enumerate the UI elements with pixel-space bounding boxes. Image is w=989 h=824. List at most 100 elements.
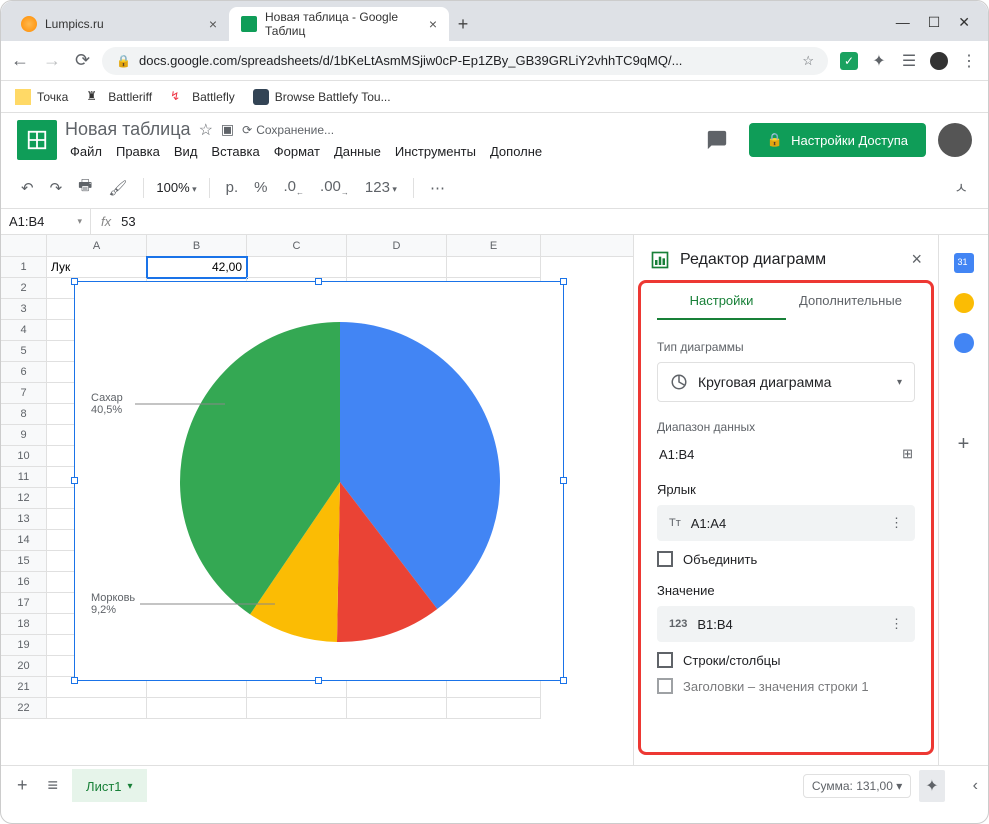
move-icon[interactable]: ▣ <box>221 121 234 138</box>
cell[interactable] <box>347 698 447 719</box>
sheet-grid[interactable]: A B C D E 1Лук42,00234567891011121314151… <box>1 235 633 765</box>
close-icon[interactable]: × <box>209 16 217 32</box>
bookmark-item[interactable]: Точка <box>15 89 68 105</box>
back-icon[interactable]: ← <box>11 50 29 71</box>
sum-indicator[interactable]: Сумма: 131,00 ▾ <box>803 774 911 798</box>
data-range-input[interactable]: A1:B4 ⊞ <box>657 442 915 466</box>
row-header[interactable]: 14 <box>1 530 47 551</box>
row-header[interactable]: 6 <box>1 362 47 383</box>
row-header[interactable]: 15 <box>1 551 47 572</box>
close-icon[interactable]: ✕ <box>958 14 970 31</box>
tasks-icon[interactable] <box>954 333 974 353</box>
col-header[interactable]: A <box>47 235 147 256</box>
menu-tools[interactable]: Инструменты <box>390 142 481 161</box>
chart-object[interactable]: Сахар 40,5% Морковь 9,2% <box>74 281 564 681</box>
doc-title[interactable]: Новая таблица <box>65 119 191 140</box>
profile-avatar-icon[interactable] <box>930 52 948 70</box>
chart-type-select[interactable]: Круговая диаграмма <box>657 362 915 402</box>
menu-icon[interactable]: ⋮ <box>960 52 978 70</box>
close-icon[interactable]: × <box>429 16 437 32</box>
chevron-down-icon[interactable]: ▾ <box>128 781 133 792</box>
extension-check-icon[interactable]: ✓ <box>840 52 858 70</box>
row-header[interactable]: 10 <box>1 446 47 467</box>
col-header[interactable]: E <box>447 235 541 256</box>
row-header[interactable]: 3 <box>1 299 47 320</box>
row-header[interactable]: 21 <box>1 677 47 698</box>
switch-checkbox[interactable]: Строки/столбцы <box>657 652 915 668</box>
row-header[interactable]: 5 <box>1 341 47 362</box>
forward-icon[interactable]: → <box>43 50 61 71</box>
row-header[interactable]: 8 <box>1 404 47 425</box>
name-box[interactable]: A1:B4 <box>1 209 91 234</box>
menu-addons[interactable]: Дополне <box>485 142 547 161</box>
decrease-decimal-button[interactable]: .0← <box>280 174 309 201</box>
row-header[interactable]: 1 <box>1 257 47 278</box>
row-header[interactable]: 12 <box>1 488 47 509</box>
cell[interactable] <box>147 698 247 719</box>
comments-button[interactable] <box>697 120 737 160</box>
cell[interactable] <box>347 257 447 278</box>
value-chip[interactable]: 123 B1:B4 ⋮ <box>657 606 915 642</box>
menu-view[interactable]: Вид <box>169 142 203 161</box>
row-header[interactable]: 16 <box>1 572 47 593</box>
extension-puzzle-icon[interactable]: ✦ <box>870 52 888 70</box>
col-header[interactable]: C <box>247 235 347 256</box>
more-icon[interactable]: ⋮ <box>890 515 903 531</box>
cell[interactable]: Лук <box>47 257 147 278</box>
cell[interactable]: 42,00 <box>147 257 247 278</box>
row-header[interactable]: 9 <box>1 425 47 446</box>
merge-checkbox[interactable]: Объединить <box>657 551 915 567</box>
formula-input[interactable]: 53 <box>121 214 135 229</box>
label-chip[interactable]: Tᴛ A1:A4 ⋮ <box>657 505 915 541</box>
star-icon[interactable]: ☆ <box>199 120 213 140</box>
menu-edit[interactable]: Правка <box>111 142 165 161</box>
row-header[interactable]: 2 <box>1 278 47 299</box>
row-header[interactable]: 19 <box>1 635 47 656</box>
more-icon[interactable]: ⋮ <box>890 616 903 632</box>
menu-insert[interactable]: Вставка <box>206 142 264 161</box>
bookmark-item[interactable]: ♜Battleriff <box>86 89 152 105</box>
cell[interactable] <box>247 698 347 719</box>
tab-setup[interactable]: Настройки <box>657 283 786 320</box>
reload-icon[interactable]: ⟳ <box>75 50 90 71</box>
grid-icon[interactable]: ⊞ <box>902 446 913 462</box>
bookmark-item[interactable]: Browse Battlefy Tou... <box>253 89 391 105</box>
menu-data[interactable]: Данные <box>329 142 386 161</box>
minimize-icon[interactable]: — <box>896 14 910 31</box>
more-formats-button[interactable]: 123 <box>361 175 401 200</box>
select-all-corner[interactable] <box>1 235 47 256</box>
cell[interactable] <box>447 698 541 719</box>
increase-decimal-button[interactable]: .00→ <box>316 174 353 201</box>
row-header[interactable]: 7 <box>1 383 47 404</box>
close-icon[interactable]: × <box>911 249 922 270</box>
explore-icon[interactable]: ✦ <box>919 770 944 802</box>
user-avatar[interactable] <box>938 123 972 157</box>
col-header[interactable]: B <box>147 235 247 256</box>
more-icon[interactable]: ⋯ <box>426 175 449 201</box>
share-button[interactable]: 🔒 Настройки Доступа <box>749 123 926 157</box>
zoom-select[interactable]: 100% <box>156 180 196 195</box>
cell[interactable] <box>47 698 147 719</box>
tab-lumpics[interactable]: Lumpics.ru × <box>9 7 229 41</box>
row-header[interactable]: 17 <box>1 593 47 614</box>
add-icon[interactable]: + <box>958 433 970 456</box>
tab-sheets[interactable]: Новая таблица - Google Таблиц × <box>229 7 449 41</box>
cell[interactable] <box>447 257 541 278</box>
tab-customize[interactable]: Дополнительные <box>786 283 915 320</box>
row-header[interactable]: 11 <box>1 467 47 488</box>
row-header[interactable]: 18 <box>1 614 47 635</box>
paint-format-icon[interactable]: 🖌 <box>104 175 131 201</box>
row-header[interactable]: 20 <box>1 656 47 677</box>
sheets-logo-icon[interactable] <box>17 120 57 160</box>
extension-list-icon[interactable]: ☰ <box>900 52 918 70</box>
menu-format[interactable]: Формат <box>269 142 325 161</box>
cell[interactable] <box>247 257 347 278</box>
menu-file[interactable]: Файл <box>65 142 107 161</box>
percent-button[interactable]: % <box>250 175 271 200</box>
new-tab-button[interactable]: + <box>449 10 477 38</box>
undo-icon[interactable]: ↶ <box>17 175 38 201</box>
all-sheets-button[interactable]: ≡ <box>42 771 65 800</box>
star-icon[interactable]: ☆ <box>802 53 814 69</box>
row-header[interactable]: 4 <box>1 320 47 341</box>
col-header[interactable]: D <box>347 235 447 256</box>
